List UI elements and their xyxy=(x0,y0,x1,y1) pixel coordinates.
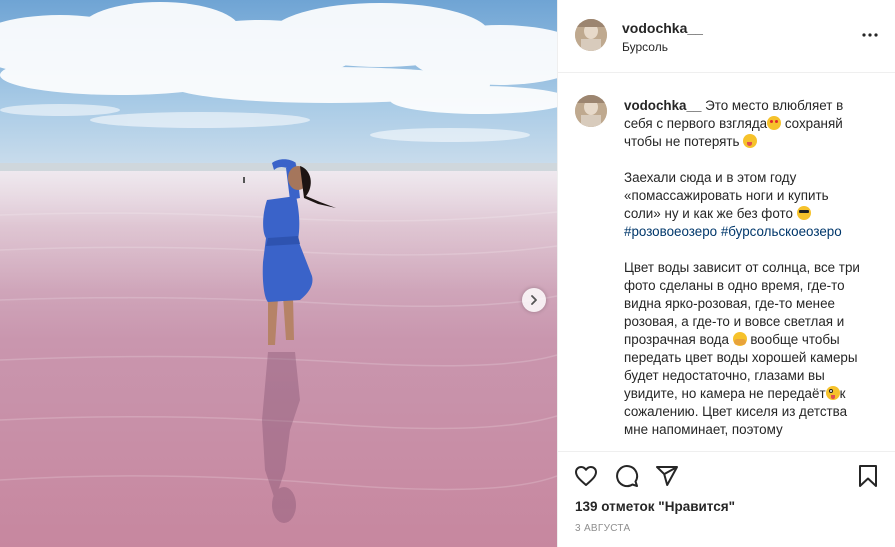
save-button[interactable] xyxy=(854,462,882,490)
bookmark-icon xyxy=(859,465,877,487)
lake-photo-image xyxy=(0,0,557,547)
sunglasses-emoji-icon xyxy=(796,206,811,220)
caption-username[interactable]: vodochka__ xyxy=(624,98,701,113)
avatar-image xyxy=(575,95,607,127)
more-options-button[interactable] xyxy=(860,27,880,43)
caption-avatar[interactable] xyxy=(575,95,607,127)
heart-icon xyxy=(575,466,597,486)
avatar-image xyxy=(575,19,607,51)
chevron-right-icon xyxy=(531,295,537,305)
share-icon xyxy=(656,466,678,486)
share-button[interactable] xyxy=(653,462,681,490)
post-photo[interactable] xyxy=(0,0,557,547)
hashtag-link[interactable]: #бурсольскоеозеро xyxy=(721,224,842,239)
caption-paragraph-1: vodochka__ Это место влюбляет в себя с п… xyxy=(624,97,864,151)
post-actions: 139 отметок "Нравится" 3 августа xyxy=(558,451,895,547)
caption-text: vodochka__ Это место влюбляет в себя с п… xyxy=(624,97,864,450)
caption-section: vodochka__ Это место влюбляет в себя с п… xyxy=(558,73,895,450)
hashtag-link[interactable]: #розовоеозеро xyxy=(624,224,717,239)
like-button[interactable] xyxy=(572,462,600,490)
zany-face-emoji-icon xyxy=(825,386,840,400)
post-location[interactable]: Бурсоль xyxy=(622,40,668,54)
hands-over-mouth-emoji-icon xyxy=(732,332,747,346)
more-icon xyxy=(862,33,878,37)
caption-paragraph-3: Цвет воды зависит от солнца, все три фот… xyxy=(624,259,864,439)
post-side-panel: vodochka__ Бурсоль vodochka__ Это место … xyxy=(557,0,895,547)
author-avatar[interactable] xyxy=(575,19,607,51)
likes-count[interactable]: 139 отметок "Нравится" xyxy=(575,499,735,514)
next-photo-button[interactable] xyxy=(522,288,546,312)
comment-icon xyxy=(616,465,639,488)
post-header: vodochka__ Бурсоль xyxy=(558,0,895,73)
caption-paragraph-2: Заехали сюда и в этом году «помассажиров… xyxy=(624,169,864,241)
wink-tongue-emoji-icon xyxy=(743,134,758,148)
author-username[interactable]: vodochka__ xyxy=(622,20,703,36)
post-date[interactable]: 3 августа xyxy=(575,523,630,534)
comment-button[interactable] xyxy=(613,462,641,490)
post-modal: vodochka__ Бурсоль vodochka__ Это место … xyxy=(0,0,895,547)
heart-eyes-emoji-icon xyxy=(767,116,782,130)
